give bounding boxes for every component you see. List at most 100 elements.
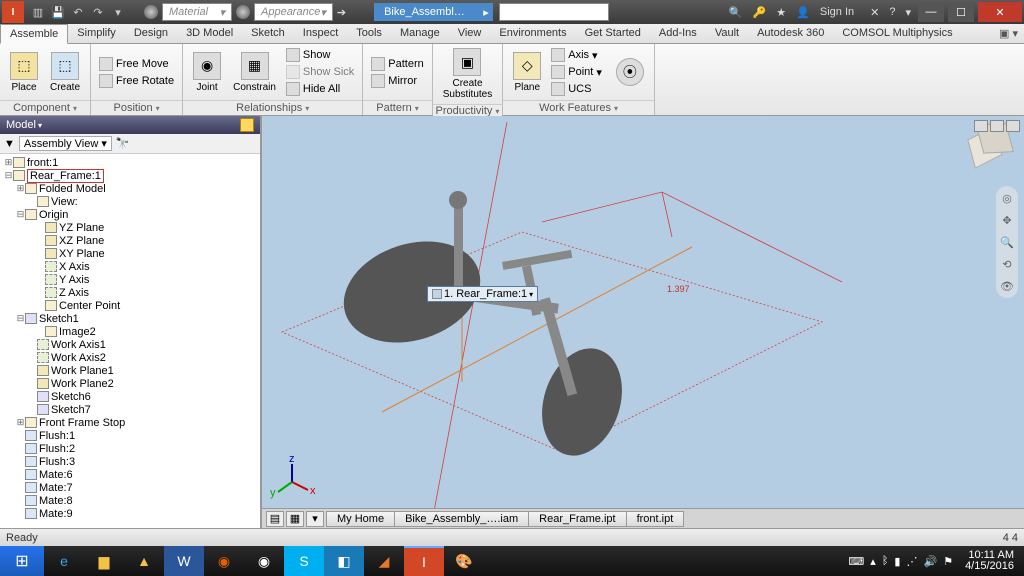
close-secondary-icon[interactable]: ✕ [867,6,882,19]
qat-more-icon[interactable]: ➔ [337,6,346,19]
tree-item[interactable]: Mate:9 [0,507,260,520]
tab-design[interactable]: Design [125,24,177,43]
tab-simplify[interactable]: Simplify [68,24,125,43]
tree-item[interactable]: ⊞Front Frame Stop [0,416,260,429]
panel-relationships-title[interactable]: Relationships [183,100,362,115]
tray-wifi-icon[interactable]: ⋰ [906,555,917,568]
joint-button[interactable]: ◉Joint [189,50,225,95]
doc-tab-arrow-icon[interactable]: ▾ [306,511,324,527]
work-features-more-button[interactable]: ⦿ [612,56,648,88]
free-move-button[interactable]: Free Move [97,56,176,72]
axis-button[interactable]: Axis ▾ [549,47,604,63]
tree-item[interactable]: Center Point [0,299,260,312]
show-sick-button[interactable]: Show Sick [284,64,356,80]
assembly-view-dropdown[interactable]: Assembly View ▾ [19,136,112,151]
vp-max-icon[interactable] [990,120,1004,132]
tree-item[interactable]: Mate:7 [0,481,260,494]
binoculars-icon[interactable]: 🔭 [116,137,130,150]
pattern-button[interactable]: Pattern [369,56,425,72]
tree-item[interactable]: ⊞front:1 [0,156,260,169]
help-icon[interactable]: ? [886,6,898,18]
tree-item[interactable]: Work Plane1 [0,364,260,377]
point-button[interactable]: Point ▾ [549,64,604,80]
taskbar-firefox-icon[interactable]: ◉ [204,546,244,576]
nav-zoom-icon[interactable]: 🔍 [999,234,1015,250]
document-title-tab[interactable]: Bike_Assembl…▸ [374,3,493,21]
search-icon[interactable]: 🔍 [726,6,746,19]
start-button[interactable]: ⊞ [0,546,44,576]
mirror-button[interactable]: Mirror [369,73,425,89]
tray-sound-icon[interactable]: 🔊 [923,555,937,568]
panel-work-title[interactable]: Work Features [503,100,654,115]
doc-tab-grid-icon[interactable]: ▦ [286,511,304,527]
model-browser-header[interactable]: Model▾ [0,116,260,134]
panel-pattern-title[interactable]: Pattern [363,100,431,115]
qat-save-icon[interactable]: 💾 [50,4,66,20]
taskbar-explorer-icon[interactable]: ▆ [84,546,124,576]
tab-environments[interactable]: Environments [490,24,575,43]
tree-item[interactable]: Flush:2 [0,442,260,455]
tree-item[interactable]: Flush:3 [0,455,260,468]
free-rotate-button[interactable]: Free Rotate [97,73,176,89]
tree-item-selected[interactable]: ⊟Rear_Frame:1 [0,169,260,182]
qat-dropdown-icon[interactable]: ▾ [110,4,126,20]
tree-item[interactable]: Sketch6 [0,390,260,403]
viewport-3d[interactable]: x z y 1. Rear_Frame:1 ▾ 1.397 ◎ ✥ 🔍 ⟲ 👁 [262,116,1024,528]
taskbar-word-icon[interactable]: W [164,546,204,576]
doc-tab-assembly[interactable]: Bike_Assembly_….iam [394,511,529,527]
filter-icon[interactable]: ▼ [4,138,15,150]
tree-item[interactable]: Work Plane2 [0,377,260,390]
star-icon[interactable]: ★ [773,6,789,19]
tree-item[interactable]: ⊟Origin [0,208,260,221]
hide-all-button[interactable]: Hide All [284,81,356,97]
tree-item[interactable]: ⊞Folded Model [0,182,260,195]
taskbar-inventor-icon[interactable]: I [404,546,444,576]
place-button[interactable]: ⬚Place [6,50,42,95]
tab-addins[interactable]: Add-Ins [650,24,706,43]
tab-sketch[interactable]: Sketch [242,24,294,43]
taskbar-skype-icon[interactable]: S [284,546,324,576]
taskbar-matlab-icon[interactable]: ◢ [364,546,404,576]
close-button[interactable]: ✕ [978,2,1022,22]
tab-manage[interactable]: Manage [391,24,449,43]
create-button[interactable]: ⬚Create [46,50,84,95]
nav-pan-icon[interactable]: ✥ [999,212,1015,228]
ribbon-collapse-icon[interactable]: ▣ ▾ [993,24,1024,43]
tree-item[interactable]: ⊟Sketch1 [0,312,260,325]
qat-undo-icon[interactable]: ↶ [70,4,86,20]
tree-item[interactable]: XY Plane [0,247,260,260]
tab-comsol[interactable]: COMSOL Multiphysics [833,24,961,43]
taskbar-clock[interactable]: 10:11 AM 4/15/2016 [959,550,1020,572]
tree-item[interactable]: Z Axis [0,286,260,299]
qat-redo-icon[interactable]: ↷ [90,4,106,20]
tree-item[interactable]: XZ Plane [0,234,260,247]
tree-item[interactable]: Flush:1 [0,429,260,442]
panel-component-title[interactable]: Component [0,100,90,115]
tree-item[interactable]: Mate:8 [0,494,260,507]
vp-min-icon[interactable] [974,120,988,132]
doc-tab-list-icon[interactable]: ▤ [266,511,284,527]
tab-inspect[interactable]: Inspect [294,24,347,43]
doc-tab-home[interactable]: My Home [326,511,395,527]
vp-close-icon[interactable] [1006,120,1020,132]
qat-open-icon[interactable]: ▥ [30,4,46,20]
nav-look-icon[interactable]: 👁 [999,278,1015,294]
tab-vault[interactable]: Vault [706,24,748,43]
tree-item[interactable]: YZ Plane [0,221,260,234]
tab-3dmodel[interactable]: 3D Model [177,24,242,43]
material-swatch-icon[interactable] [144,5,158,19]
tab-tools[interactable]: Tools [347,24,391,43]
tree-item[interactable]: Work Axis2 [0,351,260,364]
minimize-button[interactable]: — [918,2,944,22]
taskbar-chrome-icon[interactable]: ◉ [244,546,284,576]
nav-wheel-icon[interactable]: ◎ [999,190,1015,206]
tab-autodesk360[interactable]: Autodesk 360 [748,24,833,43]
tray-battery-icon[interactable]: ▮ [894,555,900,568]
tree-item[interactable]: View: [0,195,260,208]
tree-item[interactable]: Y Axis [0,273,260,286]
tab-assemble[interactable]: Assemble [0,24,68,44]
tab-view[interactable]: View [449,24,491,43]
tray-flag-icon[interactable]: ⚑ [943,555,953,568]
tree-item[interactable]: Work Axis1 [0,338,260,351]
taskbar-paint-icon[interactable]: 🎨 [444,546,484,576]
